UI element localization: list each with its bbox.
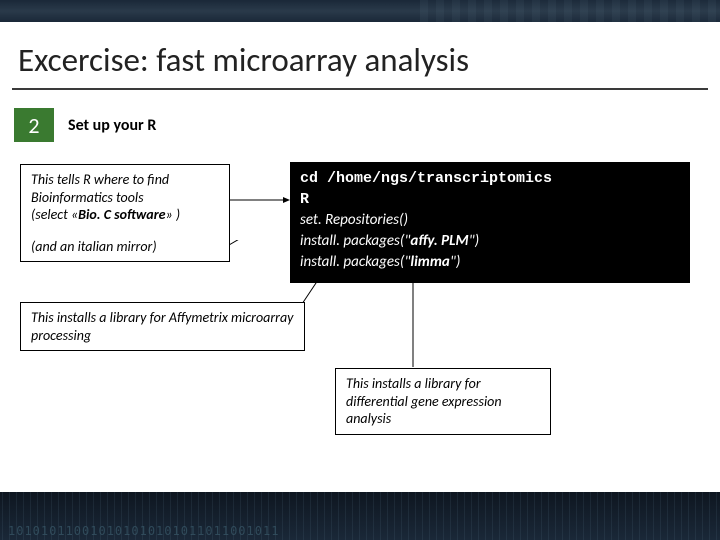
title-underline (12, 88, 708, 90)
code-block: cd /home/ngs/transcriptomics R set. Repo… (290, 162, 690, 283)
arrow-note3 (395, 272, 435, 372)
page-title: Excercise: fast microarray analysis (0, 22, 720, 88)
note-bioc-line3-pre: (select « (31, 206, 78, 223)
code-line-setrepo: set. Repositories() (300, 210, 680, 231)
bottom-banner: 101010110010101010101011011001011 (0, 492, 720, 540)
code-line-cd: cd /home/ngs/transcriptomics (300, 168, 680, 189)
note-bioc-line2: Bioinformatics tools (31, 189, 144, 206)
note-bioc-line3-post: » ) (166, 206, 181, 223)
note-bioc-line3-bold: Bio. C software (78, 206, 165, 223)
code-line-r: R (300, 189, 680, 210)
code-line-install-limma: install. packages("limma") (300, 252, 680, 273)
note-bioc-line1: This tells R where to find (31, 171, 169, 188)
note-bioc: This tells R where to find Bioinformatic… (20, 164, 230, 262)
note-affy: This installs a library for Affymetrix m… (20, 302, 305, 351)
footer-binary-text: 101010110010101010101011011001011 (8, 524, 279, 538)
step-label: Set up your R (68, 116, 156, 135)
content-area: This tells R where to find Bioinformatic… (0, 162, 720, 462)
step-row: 2 Set up your R (14, 108, 720, 142)
note-limma: This installs a library for differential… (335, 368, 551, 435)
code-line-install-affy: install. packages("affy. PLM") (300, 231, 680, 252)
top-banner (0, 0, 720, 22)
step-number-badge: 2 (14, 108, 54, 142)
note-bioc-extra: (and an italian mirror) (31, 238, 157, 255)
